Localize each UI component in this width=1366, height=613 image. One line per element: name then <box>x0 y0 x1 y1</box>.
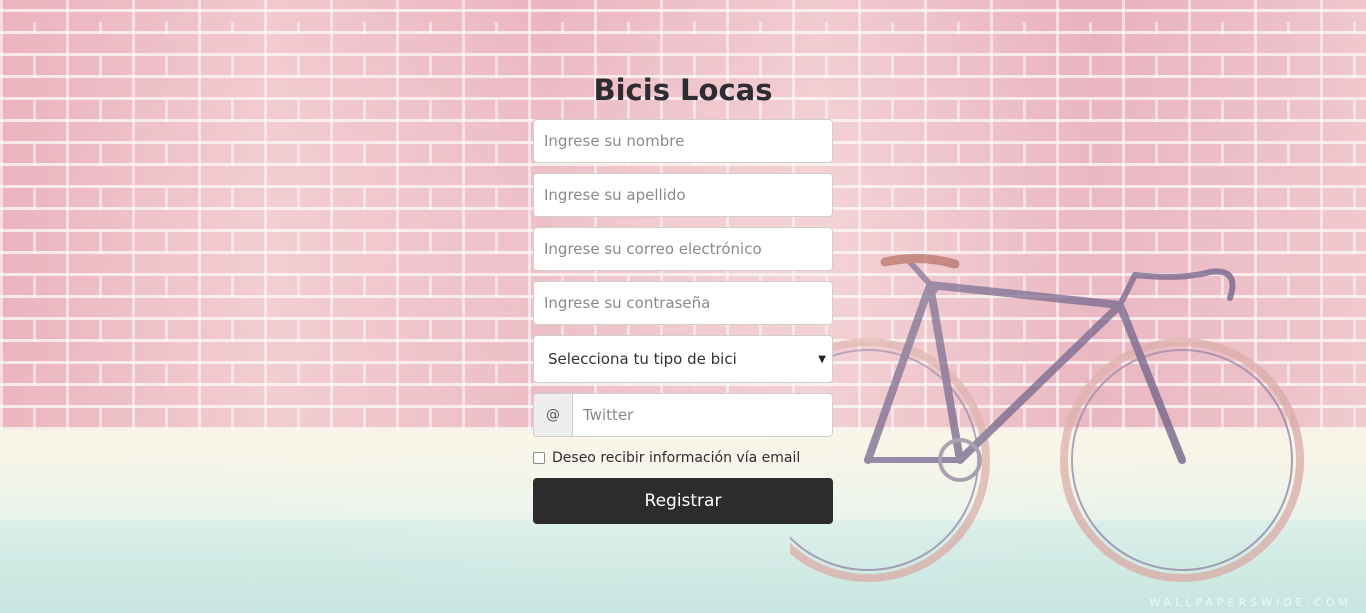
first-name-input[interactable]: Ingrese su nombre <box>533 119 833 163</box>
twitter-placeholder: Twitter <box>583 406 634 424</box>
email-placeholder: Ingrese su correo electrónico <box>544 240 762 258</box>
bike-type-selected: Selecciona tu tipo de bici <box>548 350 737 368</box>
registration-form: Bicis Locas Ingrese su nombre Ingrese su… <box>533 70 833 524</box>
newsletter-checkbox[interactable] <box>533 452 545 464</box>
twitter-input-group: @ Twitter <box>533 393 833 437</box>
password-placeholder: Ingrese su contraseña <box>544 294 711 312</box>
email-input[interactable]: Ingrese su correo electrónico <box>533 227 833 271</box>
first-name-placeholder: Ingrese su nombre <box>544 132 685 150</box>
register-button[interactable]: Registrar <box>533 478 833 524</box>
password-input[interactable]: Ingrese su contraseña <box>533 281 833 325</box>
last-name-input[interactable]: Ingrese su apellido <box>533 173 833 217</box>
at-sign-addon: @ <box>533 393 572 437</box>
last-name-placeholder: Ingrese su apellido <box>544 186 686 204</box>
newsletter-label[interactable]: Deseo recibir información vía email <box>552 450 800 466</box>
bike-type-select[interactable]: Selecciona tu tipo de bici ▼ <box>533 335 833 383</box>
wallpaper-watermark: WALLPAPERSWIDE.COM <box>1149 596 1352 609</box>
chevron-down-icon: ▼ <box>818 353 826 365</box>
page-title: Bicis Locas <box>593 73 773 107</box>
twitter-input[interactable]: Twitter <box>572 393 833 437</box>
newsletter-row: Deseo recibir información vía email <box>533 447 833 469</box>
